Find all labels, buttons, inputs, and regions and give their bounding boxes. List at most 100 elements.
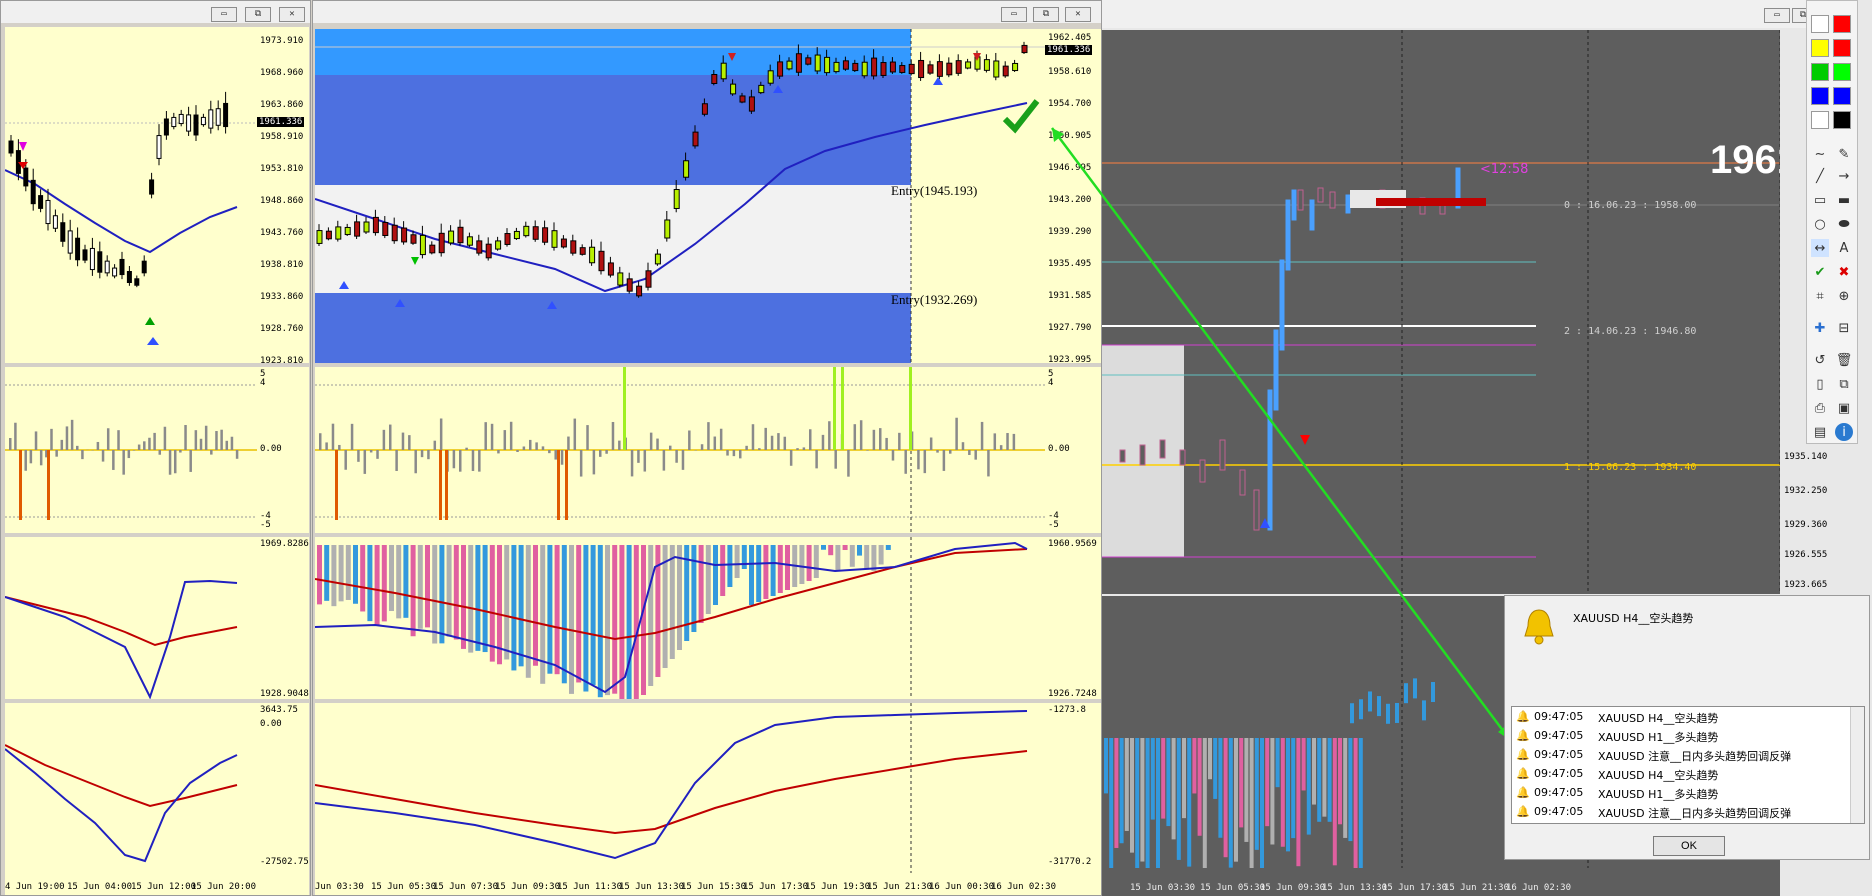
screenshot-icon[interactable]: ▤ bbox=[1811, 423, 1829, 441]
trash-icon[interactable]: 🗑 bbox=[1835, 351, 1853, 369]
close-button[interactable]: ✕ bbox=[1065, 7, 1091, 22]
cross-tool-icon[interactable]: ✖ bbox=[1835, 263, 1853, 281]
new-page-icon[interactable]: ▯ bbox=[1811, 375, 1829, 393]
color-swatch-yellow[interactable] bbox=[1811, 39, 1829, 57]
alert-message: XAUUSD 注意__日内多头趋势回调反弹 bbox=[1598, 750, 1792, 763]
eraser-tool-icon[interactable]: ✎ bbox=[1835, 145, 1853, 163]
time-tick: 15 Jun 12:00 bbox=[131, 882, 197, 892]
candle bbox=[814, 54, 821, 72]
line-tool-icon[interactable]: ╱ bbox=[1811, 167, 1829, 185]
time-tick: 15 Jun 21:30 bbox=[1444, 883, 1510, 893]
copy-icon[interactable]: ⧉ bbox=[1835, 375, 1853, 393]
middle-histogram-pane[interactable] bbox=[315, 367, 1045, 533]
print-icon[interactable]: ⎙ bbox=[1811, 399, 1829, 417]
info-icon[interactable]: i bbox=[1835, 423, 1853, 441]
crop-tool-icon[interactable]: ⌗ bbox=[1811, 287, 1829, 305]
middle-price-pane[interactable]: Entry(1945.193) Entry(1932.269) bbox=[315, 29, 1045, 363]
alert-message: XAUUSD H1__多头趋势 bbox=[1598, 731, 1719, 744]
color-swatch-white[interactable] bbox=[1811, 15, 1829, 33]
candle bbox=[354, 221, 361, 237]
minimize-button[interactable]: ▭ bbox=[1001, 7, 1027, 22]
rectangle-tool-icon[interactable]: ▭ bbox=[1811, 191, 1829, 209]
crosshair-tool-icon[interactable]: ✚ bbox=[1811, 319, 1829, 337]
histogram-bar bbox=[65, 426, 69, 450]
text-tool-icon[interactable]: A bbox=[1835, 239, 1853, 257]
color-swatch-green[interactable] bbox=[1811, 63, 1829, 81]
ellipse-tool-icon[interactable]: ○ bbox=[1811, 215, 1829, 233]
histogram-bar bbox=[184, 425, 187, 450]
macd-bar bbox=[605, 545, 610, 696]
list-item[interactable]: 🔔 09:47:05 XAUUSD 注意__日内多头趋势回调反弹 bbox=[1512, 802, 1848, 821]
left-histogram-pane[interactable] bbox=[5, 367, 257, 533]
color-swatch-red-2[interactable] bbox=[1833, 39, 1851, 57]
price-tick: 1943.200 bbox=[1048, 195, 1092, 205]
arrow-line-tool-icon[interactable]: → bbox=[1835, 167, 1853, 185]
close-button[interactable]: ✕ bbox=[279, 7, 305, 22]
left-indicator2-pane[interactable] bbox=[5, 537, 257, 699]
candle bbox=[372, 216, 379, 234]
candle bbox=[786, 60, 793, 70]
histogram-bar bbox=[414, 450, 417, 474]
color-swatch-lime[interactable] bbox=[1833, 63, 1851, 81]
restore-button[interactable]: ⧉ bbox=[245, 7, 271, 22]
histogram-bar bbox=[1265, 738, 1270, 827]
ok-button[interactable]: OK bbox=[1653, 836, 1725, 856]
macd-bar bbox=[763, 545, 769, 599]
color-swatch-black[interactable] bbox=[1833, 111, 1851, 129]
minimize-button[interactable]: ▭ bbox=[211, 7, 237, 22]
left-indicator3-pane[interactable] bbox=[5, 703, 257, 873]
price-tick: 1926.555 bbox=[1784, 550, 1828, 560]
time-tick: 15 Jun 21:30 bbox=[867, 882, 933, 892]
candle bbox=[476, 240, 483, 254]
color-swatch-white-2[interactable] bbox=[1811, 111, 1829, 129]
list-item[interactable]: 🔔 09:47:05 XAUUSD H4__空头趋势 bbox=[1512, 707, 1848, 726]
filled-ellipse-tool-icon[interactable]: ⬬ bbox=[1835, 215, 1853, 233]
candle bbox=[134, 278, 140, 286]
middle-indicator3-pane[interactable] bbox=[315, 703, 1045, 873]
middle-macd-pane[interactable] bbox=[315, 537, 1045, 699]
ruler-tool-icon[interactable]: ⊟ bbox=[1835, 319, 1853, 337]
time-tick: 15 Jun 05:30 bbox=[371, 882, 437, 892]
undo-icon[interactable]: ↺ bbox=[1811, 351, 1829, 369]
filled-rectangle-tool-icon[interactable]: ▬ bbox=[1835, 191, 1853, 209]
histogram-bar bbox=[50, 428, 53, 450]
alert-list[interactable]: 🔔 09:47:05 XAUUSD H4__空头趋势 🔔 09:47:05 XA… bbox=[1511, 706, 1865, 824]
list-item[interactable]: 🔔 09:47:05 XAUUSD 注意__日内多头趋势回调反弹 bbox=[1512, 745, 1848, 764]
measure-tool-icon[interactable]: ↔ bbox=[1811, 239, 1829, 257]
histogram-bar bbox=[579, 450, 583, 477]
time-tick: 15 Jun 17:30 bbox=[1382, 883, 1448, 893]
ind-tick: -27502.75 bbox=[260, 857, 309, 867]
histogram-bar bbox=[357, 450, 360, 462]
curve-tool-icon[interactable]: ∼ bbox=[1811, 145, 1829, 163]
price-tick: 1927.790 bbox=[1048, 323, 1092, 333]
left-price-pane[interactable] bbox=[5, 27, 257, 363]
histogram-bar bbox=[567, 436, 570, 450]
candle bbox=[215, 108, 221, 126]
time-tick: 16 Jun 02:30 bbox=[991, 882, 1057, 892]
list-item[interactable]: 🔔 09:47:05 XAUUSD H1__多头趋势 bbox=[1512, 726, 1848, 745]
color-swatch-red[interactable] bbox=[1833, 15, 1851, 33]
histogram-bar bbox=[796, 448, 799, 450]
alert-list-scrollbar[interactable] bbox=[1850, 707, 1864, 823]
time-tick: 15 Jun 04:00 bbox=[67, 882, 133, 892]
macd-bar bbox=[583, 545, 589, 692]
macd-bar bbox=[504, 545, 510, 660]
histogram-bar bbox=[344, 450, 347, 470]
macd-bar bbox=[749, 545, 754, 605]
right-main-chart[interactable]: 1961. <12:58 0 : 16.06.23 : 1958.00 2 : … bbox=[1100, 30, 1780, 594]
save-icon[interactable]: ▣ bbox=[1835, 399, 1853, 417]
histogram-bar bbox=[1270, 738, 1275, 845]
right-chart-titlebar bbox=[1100, 0, 1806, 28]
macd-bar bbox=[741, 545, 747, 569]
macd-bar bbox=[619, 545, 625, 699]
list-item[interactable]: 🔔 09:47:05 XAUUSD H1__多头趋势 bbox=[1512, 783, 1848, 802]
list-item[interactable]: 🔔 09:47:05 XAUUSD H4__空头趋势 bbox=[1512, 764, 1848, 783]
restore-button[interactable]: ⧉ bbox=[1033, 7, 1059, 22]
check-tool-icon[interactable]: ✔ bbox=[1811, 263, 1829, 281]
histogram-bar bbox=[60, 439, 64, 450]
color-swatch-blue[interactable] bbox=[1811, 87, 1829, 105]
zoom-tool-icon[interactable]: ⊕ bbox=[1835, 287, 1853, 305]
minimize-button[interactable]: ▭ bbox=[1764, 8, 1790, 23]
color-swatch-blue-2[interactable] bbox=[1833, 87, 1851, 105]
histogram-bar bbox=[1296, 738, 1301, 867]
